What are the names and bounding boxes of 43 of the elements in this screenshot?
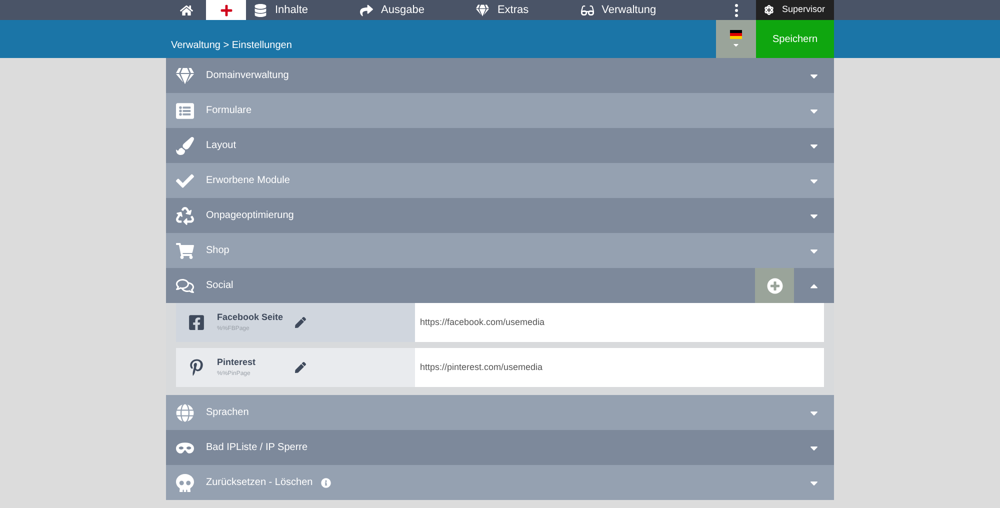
section-header[interactable]: Bad IPListe / IP Sperre <box>166 430 834 465</box>
url-input[interactable]: https://facebook.com/usemedia <box>415 303 824 342</box>
save-button[interactable]: Speichern <box>756 20 834 58</box>
edit-icon[interactable] <box>295 362 306 373</box>
edit-icon[interactable] <box>295 317 306 328</box>
section-title: Sprachen <box>206 406 249 420</box>
section-header[interactable]: Social <box>166 268 834 303</box>
user-button[interactable]: Supervisor <box>756 0 834 20</box>
section-header[interactable]: Shop <box>166 233 834 268</box>
section-title: Onpageoptimierung <box>206 209 294 223</box>
section-header[interactable]: Formulare <box>166 93 834 128</box>
nav-tab[interactable]: Inhalte <box>246 0 316 20</box>
nav-tab[interactable] <box>206 0 246 20</box>
entry-name: Pinterest <box>217 356 257 370</box>
section-title: Shop <box>206 244 230 258</box>
section-header[interactable]: Erworbene Module <box>166 163 834 198</box>
nav-tab[interactable]: Ausgabe <box>352 0 432 20</box>
add-button[interactable] <box>755 268 794 303</box>
section-header[interactable]: Sprachen <box>166 395 834 430</box>
home-icon <box>180 4 192 16</box>
url-input[interactable]: https://pinterest.com/usemedia <box>415 348 824 387</box>
entry-name: Facebook Seite <box>217 311 284 324</box>
german-flag-icon <box>730 30 742 38</box>
language-flag-button[interactable] <box>716 20 756 58</box>
pinterest-icon <box>188 359 205 376</box>
section-title: Zurücksetzen - Löschen <box>206 476 313 490</box>
section-title: Domainverwaltung <box>206 69 289 83</box>
facebook-icon <box>188 314 205 331</box>
section-title: Layout <box>206 139 236 153</box>
breadcrumb: Verwaltung > Einstellungen <box>171 39 292 53</box>
nav-tab[interactable]: Extras <box>468 0 537 20</box>
section-header[interactable]: Zurücksetzen - Löschen <box>166 465 834 500</box>
section-header[interactable]: Layout <box>166 128 834 163</box>
nav-tab[interactable]: Verwaltung <box>572 0 664 20</box>
section-header[interactable]: Domainverwaltung <box>166 58 834 93</box>
section-header[interactable]: Onpageoptimierung <box>166 198 834 233</box>
atom-icon <box>764 5 774 15</box>
section-title: Erworbene Module <box>206 174 290 188</box>
plus-icon <box>220 4 232 16</box>
add-icon <box>766 278 782 294</box>
section-title: Formulare <box>206 104 252 118</box>
section-title: Bad IPListe / IP Sperre <box>206 441 308 455</box>
section-title: Social <box>206 279 234 293</box>
